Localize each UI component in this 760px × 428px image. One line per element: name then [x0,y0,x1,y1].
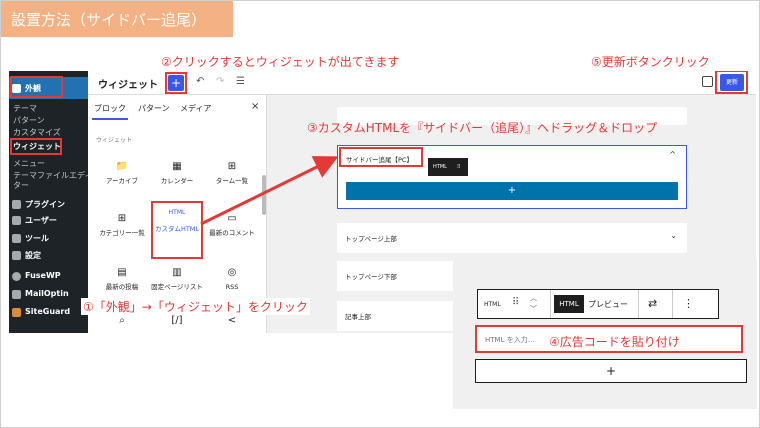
drag-arrow [200,156,339,226]
add-block-button[interactable]: + [475,359,747,383]
tutorial-slide: 設置方法（サイドバー追尾） ②クリックするとウィジェットが出てきます ⑤更新ボタ… [0,0,760,428]
more-options-icon[interactable]: ⋮ [683,297,694,310]
preview-button[interactable]: プレビュー [588,299,628,310]
drag-handle-icon[interactable]: ⠿ [512,297,519,308]
html-input-placeholder: HTML を入力… [485,336,535,344]
toolbar-divider [672,290,673,318]
move-arrows-icon[interactable]: ︿ ﹀ [530,293,537,315]
toolbar-divider [550,290,551,318]
toolbar-divider [638,290,639,318]
html-mode-button[interactable]: HTML [554,295,584,313]
step4-annotation: ④広告コードを貼り付け [549,335,680,349]
block-type-label: HTML [484,301,501,308]
block-toolbar: HTML ⠿ ︿ ﹀ HTML プレビュー ⇄ ⋮ [477,289,719,319]
transform-icon[interactable]: ⇄ [648,297,657,310]
